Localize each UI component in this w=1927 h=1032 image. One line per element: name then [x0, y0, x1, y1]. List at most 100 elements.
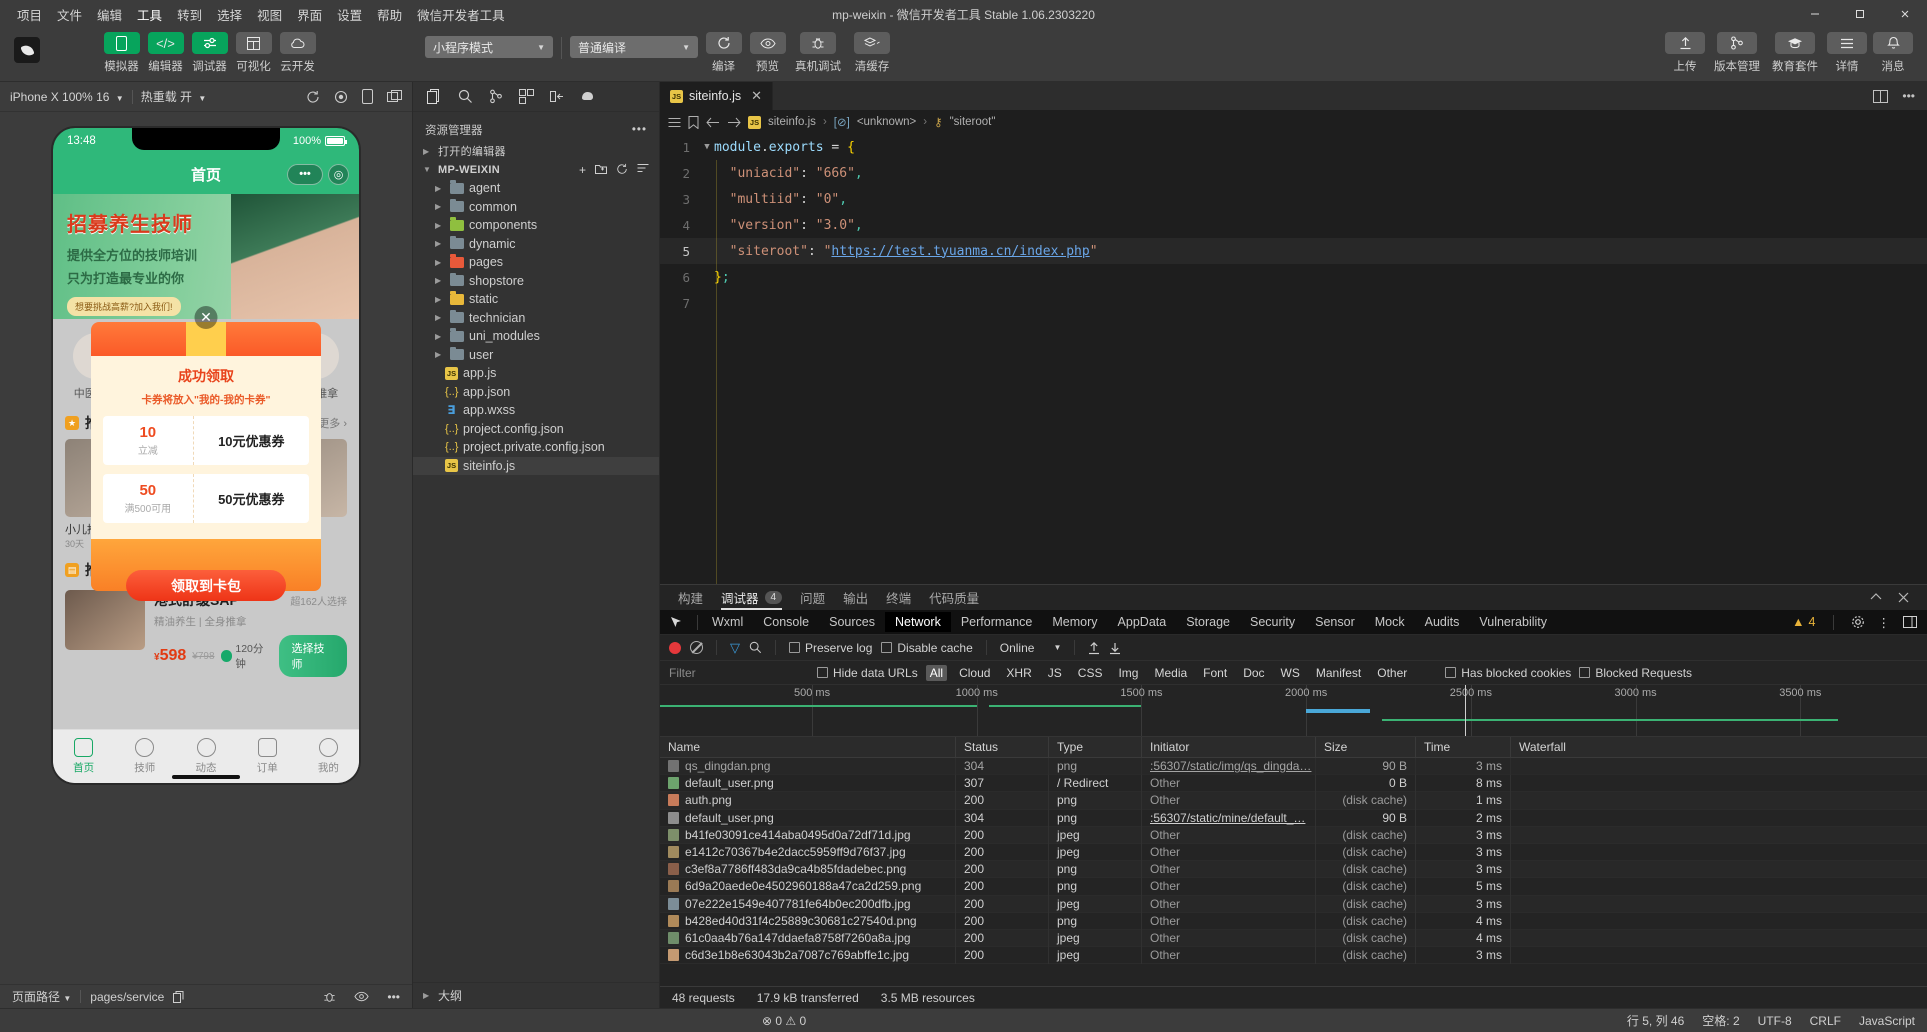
row-initiator[interactable]: :56307/static/mine/default_…	[1142, 809, 1316, 827]
table-row[interactable]: b41fe03091ce414aba0495d0a72df71d.jpg 200…	[660, 826, 1927, 844]
claim-coupon-button[interactable]: 领取到卡包	[126, 570, 286, 601]
filter-type-cloud[interactable]: Cloud	[955, 665, 994, 681]
debug-icon[interactable]	[550, 89, 564, 104]
tree-item-siteinfo-js[interactable]: JS siteinfo.js	[413, 456, 659, 475]
maximize-icon[interactable]	[1837, 0, 1882, 28]
row-initiator[interactable]: :56307/static/img/qs_dingda…	[1142, 758, 1316, 775]
table-row[interactable]: b428ed40d31f4c25889c30681c27540d.png 200…	[660, 912, 1927, 930]
back-arrow-icon[interactable]	[706, 117, 720, 128]
tab-mine[interactable]: 我的	[298, 738, 359, 775]
menu-item-settings[interactable]: 设置	[330, 2, 369, 27]
language-mode[interactable]: JavaScript	[1859, 1014, 1915, 1028]
network-table-body[interactable]: qs_dingdan.png 304 png :56307/static/img…	[660, 758, 1927, 986]
hotreload-select[interactable]: 热重载 开 ▼	[141, 88, 207, 105]
record-button[interactable]	[669, 641, 681, 654]
menu-item-tools[interactable]: 工具	[130, 2, 169, 27]
toolbar-button-clearcache[interactable]: 清缓存	[849, 32, 895, 74]
extensions-icon[interactable]	[519, 89, 534, 104]
search-icon[interactable]	[749, 641, 762, 654]
source-control-icon[interactable]	[489, 89, 503, 104]
more-icon[interactable]: •••	[287, 163, 323, 185]
column-header-type[interactable]: Type	[1049, 736, 1142, 758]
panel-tab-terminal[interactable]: 终端	[886, 585, 911, 610]
warning-indicator[interactable]: ▲ 4	[1792, 615, 1815, 629]
filter-type-media[interactable]: Media	[1150, 665, 1191, 681]
subtab-console[interactable]: Console	[753, 612, 819, 632]
breadcrumb-file[interactable]: siteinfo.js	[768, 116, 816, 128]
tab-dynamic[interactable]: 动态	[175, 738, 236, 775]
files-icon[interactable]	[427, 88, 442, 105]
tree-item-components[interactable]: ▶ components	[413, 216, 659, 235]
menu-item-project[interactable]: 项目	[10, 2, 49, 27]
disable-cache-checkbox[interactable]: Disable cache	[881, 641, 973, 655]
subtab-appdata[interactable]: AppData	[1108, 612, 1177, 632]
coupon-item[interactable]: 50 满500可用 50元优惠券	[103, 474, 309, 523]
tree-item-shopstore[interactable]: ▶ shopstore	[413, 272, 659, 291]
toolbar-button-education[interactable]: 教育套件	[1769, 32, 1821, 74]
breadcrumb-property[interactable]: "siteroot"	[950, 116, 996, 128]
error-warning-counts[interactable]: ⊗ 0 ⚠ 0	[762, 1014, 806, 1028]
close-icon[interactable]	[1882, 0, 1927, 28]
table-row[interactable]: e1412c70367b4e2dacc5959ff9d76f37.jpg 200…	[660, 843, 1927, 862]
promo-banner[interactable]: 招募养生技师 提供全方位的技师培训 只为打造最专业的你 想要挑战高薪?加入我们!	[53, 194, 359, 319]
device-select[interactable]: iPhone X 100% 16 ▼	[10, 90, 124, 104]
menu-item-help[interactable]: 帮助	[370, 2, 409, 27]
collapse-all-icon[interactable]	[637, 163, 649, 177]
cursor-position[interactable]: 行 5, 列 46	[1627, 1012, 1684, 1029]
panel-tab-build[interactable]: 构建	[678, 585, 703, 610]
toolbar-button-compile[interactable]: 编译	[704, 32, 743, 74]
dock-icon[interactable]	[1903, 616, 1917, 628]
refresh-icon[interactable]	[616, 163, 628, 177]
table-row[interactable]: 07e222e1549e407781fe64b0ec200dfb.jpg 200…	[660, 895, 1927, 913]
toolbar-button-debugger[interactable]: 调试器	[190, 32, 229, 74]
toolbar-button-details[interactable]: 详情	[1827, 32, 1867, 74]
subtab-mock[interactable]: Mock	[1365, 612, 1415, 632]
tree-item-app-wxss[interactable]: ∃ app.wxss	[413, 401, 659, 420]
code-editor[interactable]: 1 ▼ module.exports = { 2 "uniacid": "666…	[660, 134, 1927, 584]
menu-item-edit[interactable]: 编辑	[90, 2, 129, 27]
toolbar-button-upload[interactable]: 上传	[1665, 32, 1705, 74]
page-path-select[interactable]: 页面路径 ▼	[12, 988, 71, 1005]
preserve-log-checkbox[interactable]: Preserve log	[789, 641, 872, 655]
table-row[interactable]: auth.png 200 png Other (disk cache) 1 ms	[660, 791, 1927, 810]
panel-tab-codequality[interactable]: 代码质量	[929, 585, 979, 610]
toolbar-button-visual[interactable]: 可视化	[234, 32, 273, 74]
table-row[interactable]: default_user.png 304 png :56307/static/m…	[660, 809, 1927, 827]
menu-item-view[interactable]: 视图	[250, 2, 289, 27]
tree-item-common[interactable]: ▶ common	[413, 198, 659, 217]
tree-item-agent[interactable]: ▶ agent	[413, 179, 659, 198]
filter-type-manifest[interactable]: Manifest	[1312, 665, 1365, 681]
hand-icon[interactable]	[580, 90, 596, 103]
column-header-status[interactable]: Status	[956, 736, 1049, 758]
rotate-icon[interactable]	[306, 90, 320, 104]
toolbar-button-cloud[interactable]: 云开发	[278, 32, 317, 74]
filter-type-all[interactable]: All	[925, 664, 948, 681]
subtab-vulnerability[interactable]: Vulnerability	[1469, 612, 1557, 632]
menu-item-devtools[interactable]: 微信开发者工具	[410, 2, 512, 27]
editor-tab-siteinfo[interactable]: JS siteinfo.js ✕	[660, 82, 774, 110]
filter-type-doc[interactable]: Doc	[1239, 665, 1268, 681]
import-har-icon[interactable]	[1088, 641, 1100, 655]
toolbar-button-editor[interactable]: </> 编辑器	[146, 32, 185, 74]
eol-setting[interactable]: CRLF	[1810, 1014, 1841, 1028]
throttle-select[interactable]: Online ▼	[1000, 641, 1062, 655]
tree-item-dynamic[interactable]: ▶ dynamic	[413, 235, 659, 254]
split-icon[interactable]	[387, 90, 402, 103]
split-editor-icon[interactable]	[1873, 89, 1889, 103]
minimize-icon[interactable]	[1792, 0, 1837, 28]
breadcrumb-scope[interactable]: <unknown>	[857, 116, 916, 128]
has-blocked-cookies-checkbox[interactable]: Has blocked cookies	[1445, 666, 1571, 680]
gear-icon[interactable]	[1851, 615, 1865, 629]
more-icon[interactable]: •••	[387, 990, 400, 1004]
tab-order[interactable]: 订单	[237, 738, 298, 775]
tree-item-user[interactable]: ▶ user	[413, 346, 659, 365]
tab-technician[interactable]: 技师	[114, 738, 175, 775]
blocked-requests-checkbox[interactable]: Blocked Requests	[1579, 666, 1692, 680]
table-row[interactable]: 6d9a20aede0e4502960188a47ca2d259.png 200…	[660, 877, 1927, 896]
tree-item-app-json[interactable]: {..} app.json	[413, 383, 659, 402]
target-icon[interactable]: ◎	[328, 163, 349, 185]
new-file-icon[interactable]: +	[579, 163, 586, 177]
tree-item-project-private-config[interactable]: {..} project.private.config.json	[413, 438, 659, 457]
clear-button[interactable]	[690, 641, 703, 654]
subtab-performance[interactable]: Performance	[951, 612, 1043, 632]
